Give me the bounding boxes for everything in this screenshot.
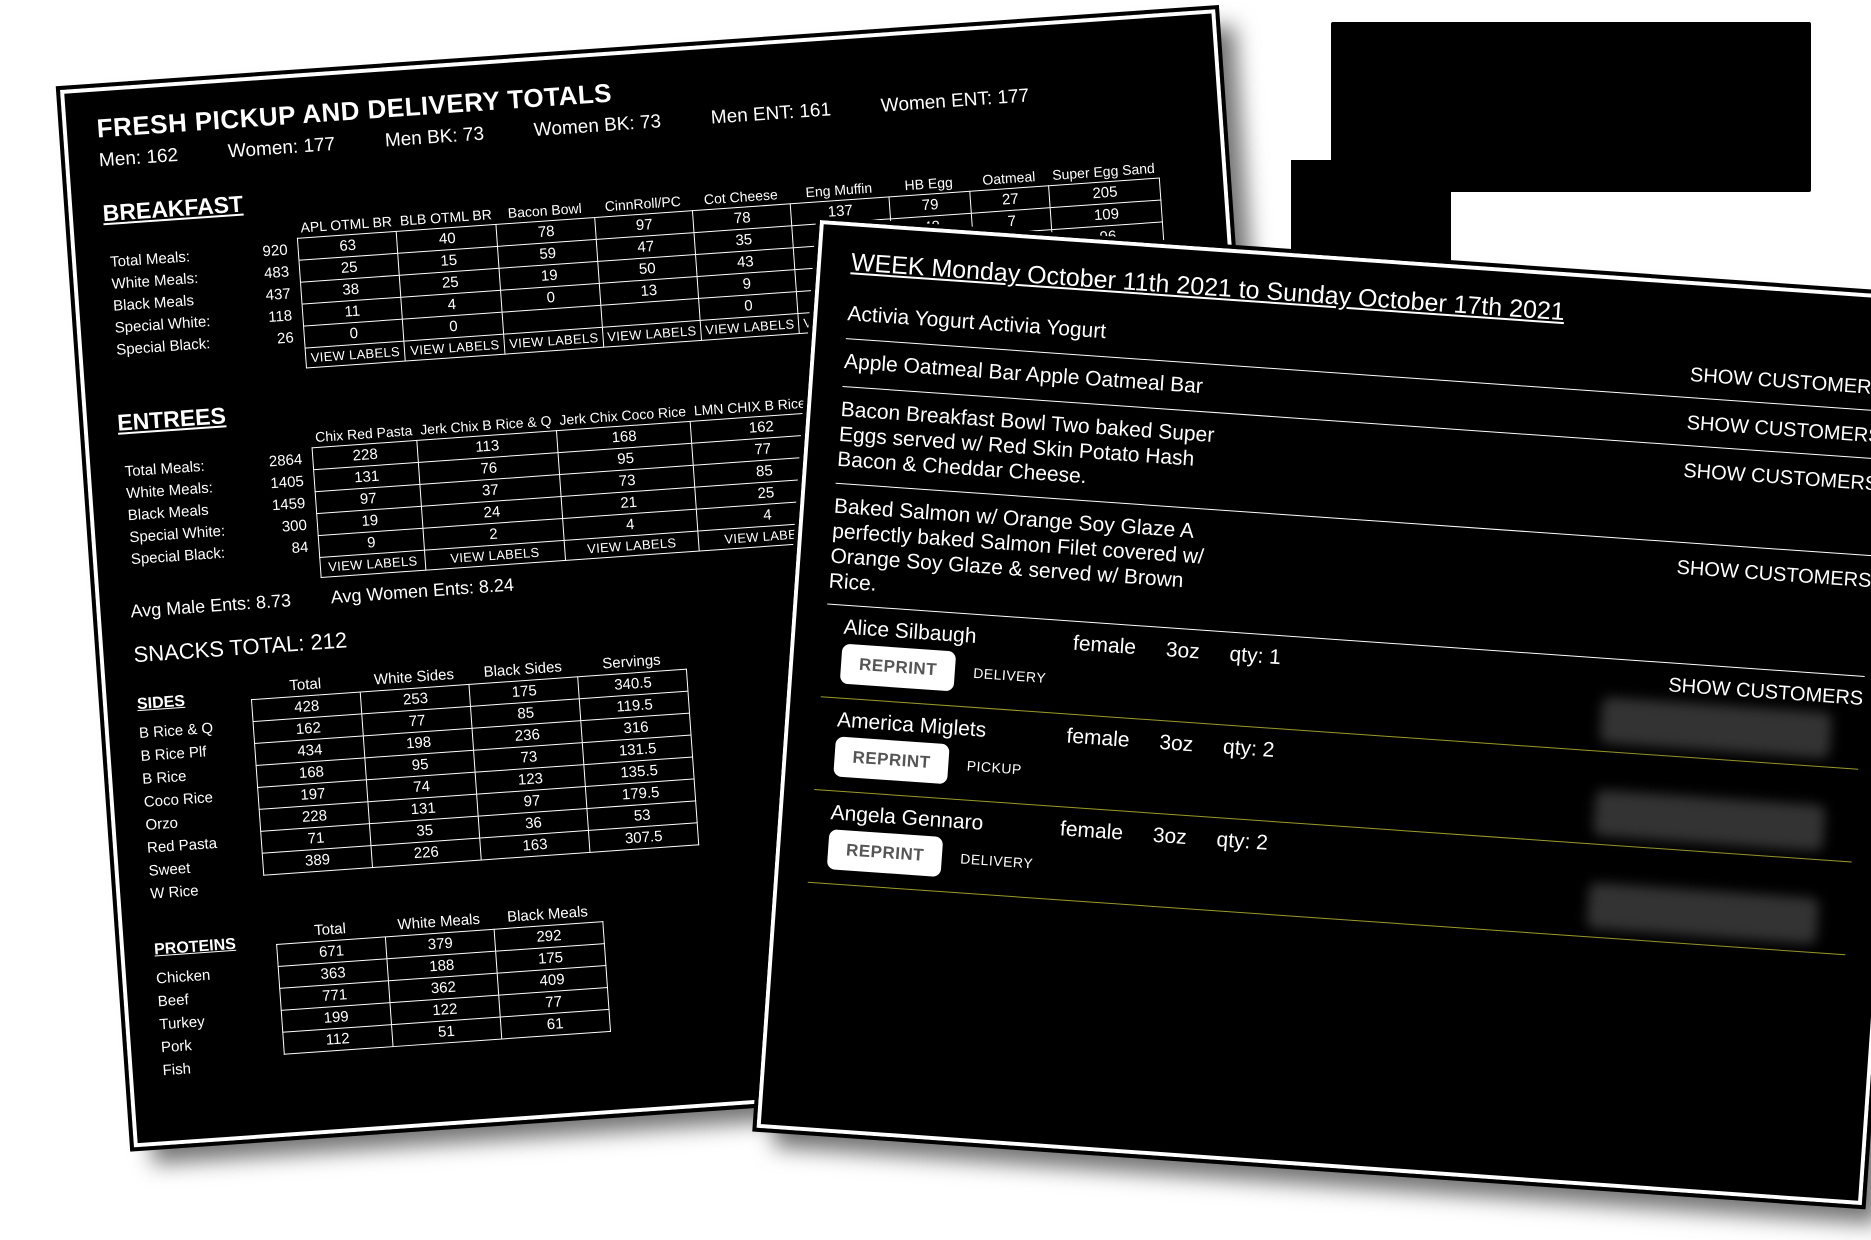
row-name: W Rice (150, 878, 226, 906)
fulfillment-type: PICKUP (962, 758, 1022, 778)
show-customers-button[interactable]: SHOW CUSTOMERS (1689, 360, 1871, 401)
customer-qty: qty: 1 (1229, 643, 1282, 671)
avg-male: Avg Male Ents: 8.73 (130, 590, 292, 622)
week-panel: WEEK Monday October 11th 2021 to Sunday … (757, 220, 1871, 1205)
sides-table: TotalWhite SidesBlack SidesServings42825… (250, 648, 700, 876)
fulfillment-type: DELIVERY (968, 665, 1046, 686)
sides-title: SIDES (136, 693, 185, 714)
proteins-title: PROTEINS (154, 936, 237, 960)
show-customers-button[interactable]: SHOW CUSTOMERS (1686, 408, 1871, 449)
fulfillment-type: DELIVERY (955, 850, 1033, 871)
customer-gender: female (1066, 725, 1131, 753)
avg-female: Avg Women Ents: 8.24 (330, 575, 514, 609)
show-customers-button[interactable]: SHOW CUSTOMERS (1676, 552, 1871, 593)
customer-gender: female (1059, 818, 1124, 846)
count-men-ent: Men ENT: 161 (710, 99, 832, 129)
row-name: Fish (162, 1054, 245, 1083)
proteins-table: TotalWhite MealsBlack Meals6713792923631… (274, 900, 610, 1055)
count-women-ent: Women ENT: 177 (880, 85, 1030, 117)
customer-size: 3oz (1159, 731, 1194, 757)
menu-item-desc: Baked Salmon w/ Orange Soy Glaze A perfe… (828, 493, 1214, 620)
count-men-bk: Men BK: 73 (384, 124, 485, 153)
decorative-block (1291, 160, 1451, 270)
show-customers-button[interactable]: SHOW CUSTOMERS (1683, 456, 1871, 497)
customer-size: 3oz (1152, 824, 1187, 850)
count-men: Men: 162 (98, 145, 179, 172)
count-women: Women: 177 (227, 134, 336, 163)
count-women-bk: Women BK: 73 (533, 111, 662, 142)
reprint-button[interactable]: REPRINT (827, 829, 944, 877)
reprint-button[interactable]: REPRINT (833, 737, 950, 785)
customer-gender: female (1072, 632, 1137, 660)
section-breakfast: BREAKFAST (102, 191, 244, 228)
customer-qty: qty: 2 (1222, 736, 1275, 764)
customer-size: 3oz (1165, 639, 1200, 665)
section-entrees: ENTREES (116, 402, 226, 437)
menu-item-desc: Activia Yogurt Activia Yogurt (847, 301, 1107, 344)
customer-qty: qty: 2 (1216, 829, 1269, 857)
menu-item-desc: Bacon Breakfast Bowl Two baked Super Egg… (836, 397, 1220, 499)
reprint-button[interactable]: REPRINT (840, 644, 957, 692)
